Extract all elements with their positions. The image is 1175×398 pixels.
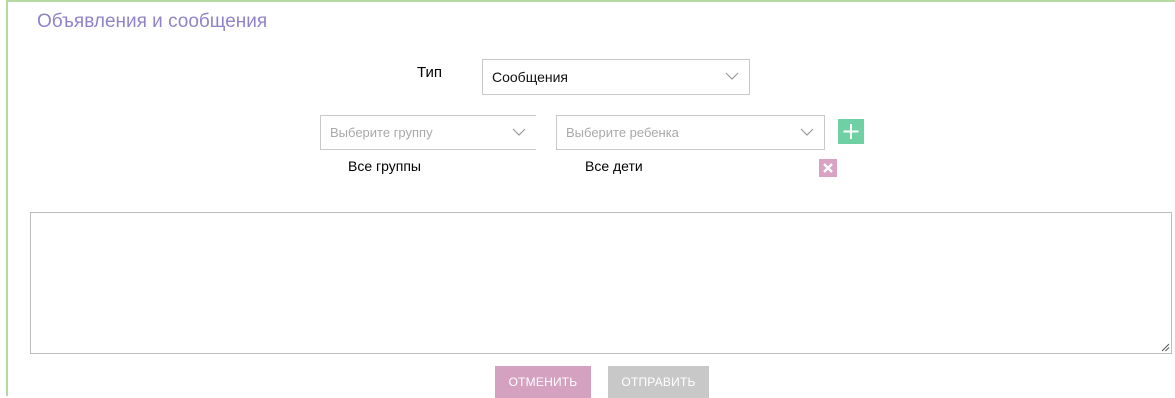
type-select[interactable]: Сообщения (482, 59, 750, 95)
selected-child-label: Все дети (585, 158, 643, 174)
group-select-placeholder: Выберите группу (330, 125, 433, 140)
message-textarea[interactable] (30, 212, 1172, 354)
close-icon (823, 163, 833, 173)
page-title: Объявления и сообщения (37, 11, 268, 32)
type-label: Тип (417, 64, 443, 81)
cancel-button[interactable]: ОТМЕНИТЬ (495, 366, 591, 398)
group-select[interactable]: Выберите группу (320, 115, 536, 150)
plus-icon (843, 124, 859, 139)
child-select-placeholder: Выберите ребенка (566, 125, 679, 140)
remove-recipient-button[interactable] (819, 159, 837, 177)
send-button[interactable]: ОТПРАВИТЬ (608, 366, 709, 398)
chevron-down-icon (800, 128, 814, 136)
chevron-down-icon (725, 72, 739, 80)
type-select-value: Сообщения (492, 69, 568, 85)
add-recipient-button[interactable] (838, 119, 864, 144)
child-select[interactable]: Выберите ребенка (556, 115, 825, 150)
selected-group-label: Все группы (348, 158, 421, 174)
chevron-down-icon (512, 128, 526, 136)
messages-panel: Объявления и сообщения Тип Сообщения Выб… (6, 0, 1175, 398)
resize-grip-icon[interactable] (1160, 342, 1170, 352)
